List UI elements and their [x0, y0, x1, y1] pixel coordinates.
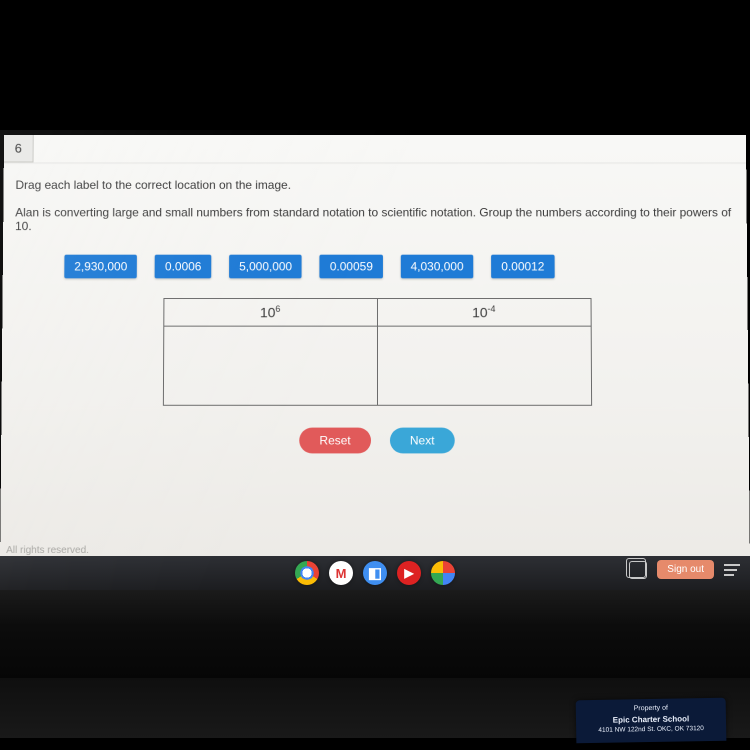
question-content: Drag each label to the correct location … — [13, 178, 741, 453]
photo-root: 6 Drag each label to the correct locatio… — [0, 0, 750, 750]
column-header-10e-4: 10-4 — [377, 299, 591, 327]
sign-out-button[interactable]: Sign out — [657, 560, 714, 579]
footer-copyright: All rights reserved. — [6, 545, 89, 556]
property-sticker: Property of Epic Charter School 4101 NW … — [576, 698, 727, 743]
drag-label[interactable]: 2,930,000 — [64, 255, 137, 279]
windows-overview-icon[interactable] — [629, 561, 647, 579]
gmail-icon[interactable]: M — [329, 561, 353, 585]
chrome-icon[interactable] — [295, 561, 319, 585]
docs-icon[interactable]: ◧ — [363, 561, 387, 585]
instruction-secondary: Alan is converting large and small numbe… — [15, 206, 739, 233]
drag-label[interactable]: 0.00012 — [491, 255, 554, 279]
os-taskbar: M ◧ ▶ Sign out — [0, 556, 750, 590]
drag-label[interactable]: 0.00059 — [320, 255, 383, 279]
drag-label[interactable]: 4,030,000 — [401, 255, 474, 279]
laptop-screen: 6 Drag each label to the correct locatio… — [0, 135, 750, 570]
sticker-line-3: 4101 NW 122nd St. OKC, OK 73120 — [582, 725, 720, 736]
drop-zone-10e-4[interactable] — [377, 326, 591, 405]
laptop-bezel — [0, 590, 750, 680]
column-header-10e6: 106 — [163, 299, 377, 327]
sorting-table: 106 10-4 — [162, 298, 591, 406]
drag-labels-row: 2,930,000 0.0006 5,000,000 0.00059 4,030… — [64, 255, 739, 279]
instruction-primary: Drag each label to the correct location … — [15, 178, 738, 192]
reset-button[interactable]: Reset — [300, 428, 371, 454]
menu-icon[interactable] — [724, 564, 740, 576]
drop-zone-10e6[interactable] — [163, 326, 377, 405]
drag-label[interactable]: 5,000,000 — [229, 255, 302, 279]
youtube-icon[interactable]: ▶ — [397, 561, 421, 585]
next-button[interactable]: Next — [390, 428, 455, 454]
question-tab[interactable]: 6 — [4, 135, 34, 162]
button-row: Reset Next — [13, 428, 741, 454]
play-store-icon[interactable] — [431, 561, 455, 585]
divider — [4, 162, 746, 164]
drag-label[interactable]: 0.0006 — [155, 255, 211, 279]
